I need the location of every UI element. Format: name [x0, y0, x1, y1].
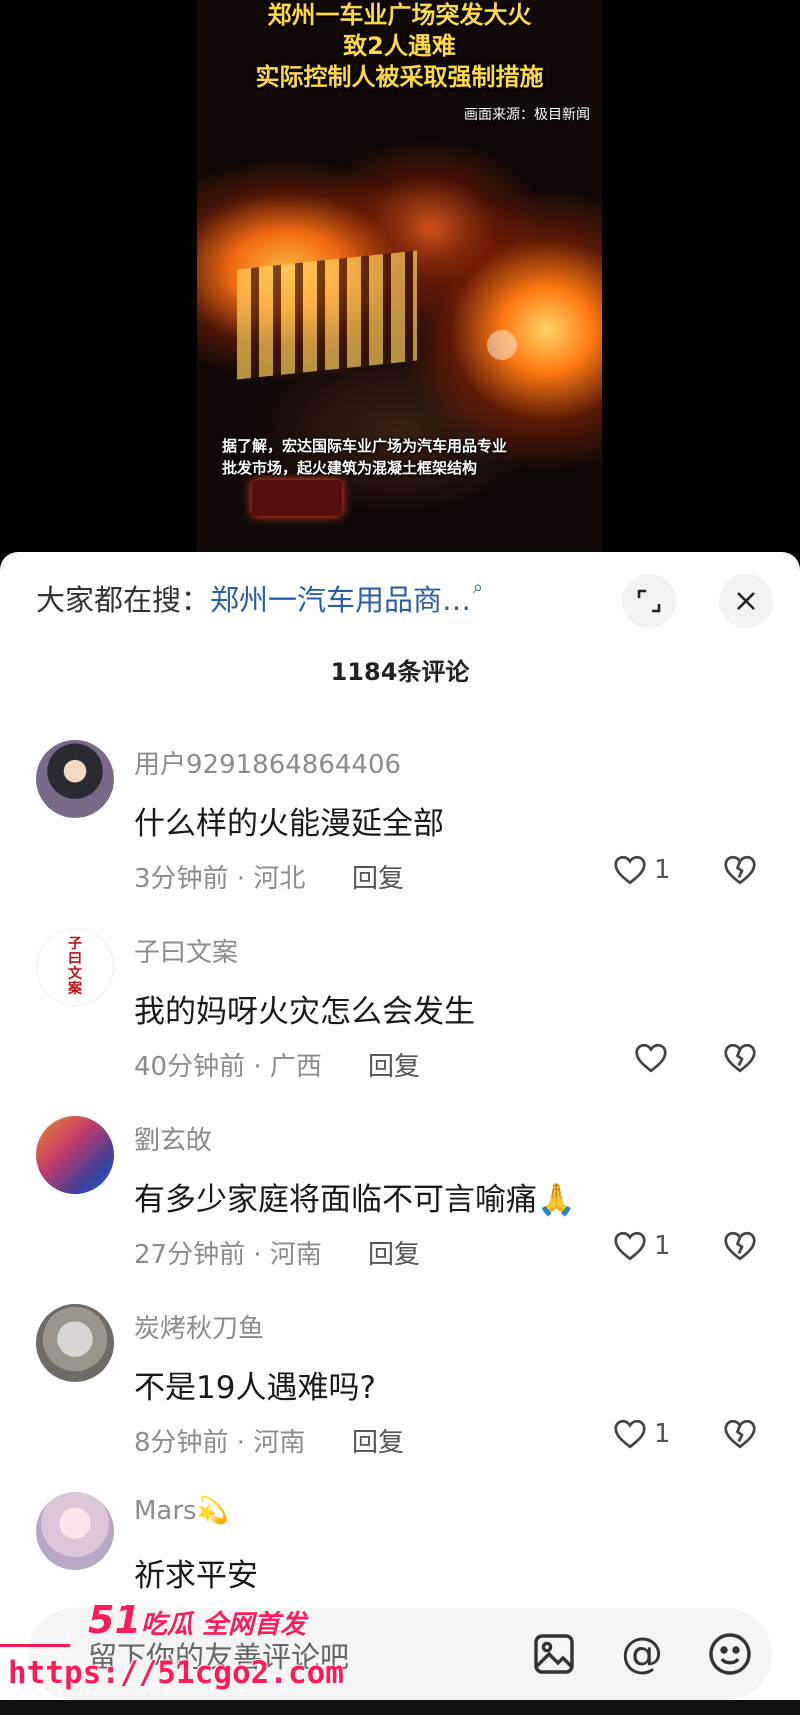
video-caption: 据了解，宏达国际车业广场为汽车用品专业 批发市场，起火建筑为混凝土框架结构	[222, 435, 592, 479]
comment-username[interactable]: 炭烤秋刀鱼	[134, 1308, 264, 1345]
avatar[interactable]: 子曰文案	[36, 928, 114, 1006]
trending-search-label: 大家都在搜：	[36, 583, 211, 617]
like-button[interactable]	[633, 1040, 675, 1076]
comment-text: 不是19人遇难吗?	[134, 1370, 376, 1406]
comment-meta: 27分钟前 · 河南	[134, 1240, 322, 1270]
watermark-text: 吃瓜 全网首发	[140, 1610, 306, 1640]
like-button[interactable]: 1	[612, 852, 671, 888]
video-caption-line: 批发市场，起火建筑为混凝土框架结构	[222, 459, 478, 477]
comment-username[interactable]: 劉玄敀	[134, 1120, 212, 1157]
heart-icon	[614, 1419, 646, 1449]
like-count: 1	[654, 1419, 671, 1449]
like-button[interactable]: 1	[612, 1228, 671, 1264]
expand-button[interactable]	[622, 574, 676, 628]
reply-button[interactable]: 回复	[352, 1422, 404, 1459]
comment-meta: 8分钟前 · 河南	[134, 1428, 306, 1458]
bottom-strip	[0, 1700, 800, 1715]
comment-item: 子曰文案 子曰文案 我的妈呀火灾怎么会发生 40分钟前 · 广西 回复	[0, 928, 800, 1113]
comment-item: 炭烤秋刀鱼 不是19人遇难吗? 8分钟前 · 河南 回复 1	[0, 1304, 800, 1489]
close-button[interactable]	[719, 574, 773, 628]
video-title-line: 实际控制人被采取强制措施	[255, 63, 544, 91]
expand-icon	[637, 589, 661, 613]
heart-icon	[614, 855, 646, 885]
video-caption-line: 据了解，宏达国际车业广场为汽车用品专业	[222, 437, 508, 455]
close-icon	[737, 592, 755, 610]
trending-search-query[interactable]: 郑州一汽车用品商…	[210, 583, 471, 617]
watermark-arrow	[0, 1644, 70, 1647]
comment-text: 什么样的火能漫延全部	[134, 806, 444, 842]
comment-item: 劉玄敀 有多少家庭将面临不可言喻痛🙏 27分钟前 · 河南 回复 1	[0, 1116, 800, 1301]
broken-heart-icon[interactable]	[722, 1416, 758, 1452]
avatar[interactable]	[36, 1304, 114, 1382]
like-button[interactable]: 1	[612, 1416, 671, 1452]
burning-building	[237, 250, 417, 380]
watermark-number: 51	[88, 1598, 141, 1642]
comment-username[interactable]: 用户9291864864406	[134, 744, 401, 781]
watermark-brand: 51吃瓜 全网首发	[88, 1598, 306, 1642]
fire-truck	[252, 480, 342, 516]
video-center-icon	[487, 330, 517, 360]
comment-meta: 40分钟前 · 广西	[134, 1052, 322, 1082]
avatar[interactable]	[36, 1116, 114, 1194]
search-icon: ⌕	[473, 577, 484, 598]
reply-button[interactable]: 回复	[352, 858, 404, 895]
heart-icon	[614, 1231, 646, 1261]
video-title-line: 郑州一车业广场突发大火	[267, 1, 532, 29]
comment-item: 用户9291864864406 什么样的火能漫延全部 3分钟前 · 河北 回复 …	[0, 740, 800, 925]
like-count: 1	[654, 855, 671, 885]
video-player[interactable]: 郑州一车业广场突发大火 致2人遇难 实际控制人被采取强制措施 画面来源：极目新闻…	[0, 0, 800, 560]
heart-icon	[635, 1043, 667, 1073]
video-title: 郑州一车业广场突发大火 致2人遇难 实际控制人被采取强制措施	[197, 0, 602, 93]
trending-search[interactable]: 大家都在搜：郑州一汽车用品商… ⌕	[36, 577, 483, 619]
comment-text: 我的妈呀火灾怎么会发生	[134, 994, 475, 1030]
broken-heart-icon[interactable]	[722, 1040, 758, 1076]
video-title-line: 致2人遇难	[343, 32, 456, 60]
reply-button[interactable]: 回复	[368, 1234, 420, 1271]
emoji-icon[interactable]	[706, 1630, 754, 1678]
comment-text: 祈求平安	[134, 1558, 258, 1594]
watermark-url: https://51cgo2.com	[8, 1655, 344, 1691]
comment-username[interactable]: 子曰文案	[134, 932, 238, 969]
avatar[interactable]	[36, 740, 114, 818]
comment-text: 有多少家庭将面临不可言喻痛🙏	[134, 1182, 576, 1218]
broken-heart-icon[interactable]	[722, 1228, 758, 1264]
image-icon[interactable]	[530, 1630, 578, 1678]
like-count: 1	[654, 1231, 671, 1261]
video-source: 画面来源：极目新闻	[464, 107, 590, 123]
comment-meta: 3分钟前 · 河北	[134, 864, 306, 894]
broken-heart-icon[interactable]	[722, 852, 758, 888]
comment-username[interactable]: Mars💫	[134, 1496, 229, 1526]
avatar-logo-text: 子曰文案	[68, 936, 82, 997]
at-icon[interactable]: @	[618, 1630, 666, 1678]
avatar[interactable]	[36, 1492, 114, 1570]
reply-button[interactable]: 回复	[368, 1046, 420, 1083]
comment-sheet: 大家都在搜：郑州一汽车用品商… ⌕ 1184条评论 用户9291864864406…	[0, 552, 800, 1715]
comment-count: 1184条评论	[330, 658, 470, 686]
